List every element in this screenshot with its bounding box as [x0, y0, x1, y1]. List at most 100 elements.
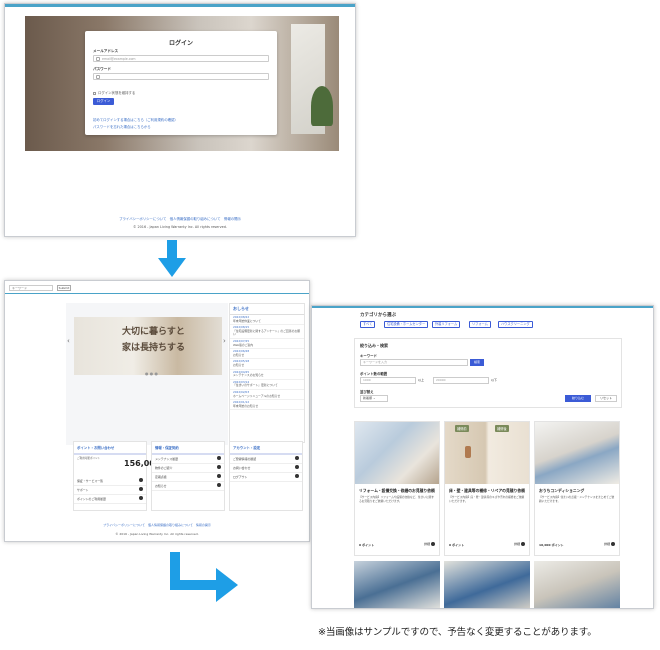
chevron-right-icon	[295, 474, 299, 478]
top-page-screenshot: キーワード Submit 大切に暮らすと 家は長持ちする ‹ › ● ● ● お…	[4, 280, 310, 542]
table-row[interactable]: ログアウト	[230, 473, 302, 482]
points-range-label: ポイント数の範囲	[360, 372, 388, 376]
tag-reform[interactable]: リフォーム	[469, 321, 491, 328]
account-title: アカウント・設定	[230, 442, 302, 455]
list-item[interactable]: 2022/08/15 「住宅設備更新に関するアンケート」のご回答のお願い	[230, 325, 304, 339]
forgot-password-link[interactable]: パスワードを忘れた場合はこちらから	[93, 124, 151, 129]
card-title: 床・壁・建具等の補修・リペアの見積り依頼	[449, 488, 525, 493]
min-suffix: 以上	[418, 378, 425, 382]
news-title: おしらせ	[230, 304, 304, 315]
password-field[interactable]	[93, 73, 269, 80]
card-body: 【サービス内容】住まいの点検・メンテナンスをまとめてご依頼いただけます。	[539, 495, 615, 503]
card-image	[355, 422, 439, 484]
list-item[interactable]: 2022/07/25 Web版のご案内	[230, 339, 304, 350]
keyword-search-button[interactable]: 検索	[470, 359, 484, 366]
card-points: 10,000 ポイント	[539, 543, 564, 547]
filter-button[interactable]: 絞り込む	[565, 395, 591, 402]
after-stamp: 補修後	[495, 425, 509, 432]
card-image[interactable]	[354, 561, 440, 608]
footer-links[interactable]: プライバシーポリシーについて 個人情報保護の取り組みについて 情報の開示	[5, 523, 309, 527]
table-row[interactable]: お知らせ	[152, 482, 224, 491]
table-row[interactable]: ポイントのご利用履歴	[74, 495, 146, 504]
chevron-right-icon	[139, 478, 143, 482]
email-field[interactable]: email@example.com	[93, 55, 269, 62]
chevron-right-icon	[431, 542, 435, 546]
max-points-input[interactable]: 20000	[433, 377, 489, 384]
card-image[interactable]	[444, 561, 530, 608]
slide-image: 大切に暮らすと 家は長持ちする	[74, 317, 222, 375]
tag-equipment[interactable]: 住宅設備・ホームセンター	[384, 321, 429, 328]
sort-select[interactable]: 新着順 ⌄	[360, 395, 388, 402]
chevron-right-icon[interactable]: ›	[223, 337, 226, 345]
card-title: リフォーム・設備交換・修繕のお見積り依頼	[359, 488, 435, 493]
service-list-screenshot: カテゴリから選ぶ すべて 住宅設備・ホームセンター 外装リフォーム リフォーム …	[311, 305, 654, 609]
chevron-right-icon	[139, 496, 143, 500]
points-label: ご利用可能ポイント	[77, 457, 101, 460]
max-suffix: 以下	[491, 378, 498, 382]
tag-all[interactable]: すべて	[360, 321, 376, 328]
info-panel: 情報・保証契約 メンテナンス履歴 物件のご紹介 定期点検 お知らせ	[151, 441, 225, 511]
chevron-right-icon	[139, 487, 143, 491]
tag-exterior[interactable]: 外装リフォーム	[432, 321, 461, 328]
login-button[interactable]: ログイン	[93, 98, 114, 105]
detail-link[interactable]: 詳細	[514, 542, 525, 546]
search-input[interactable]: キーワード	[9, 285, 53, 291]
service-card-repair[interactable]: 補修前 補修後 床・壁・建具等の補修・リペアの見積り依頼 【サービス内容】床・壁…	[444, 421, 530, 556]
remember-checkbox[interactable]: ログイン状態を維持する	[93, 90, 135, 95]
points-title: ポイント・お問い合わせ	[74, 442, 146, 455]
table-row[interactable]: お問い合わせ	[230, 464, 302, 473]
chevron-right-icon	[521, 542, 525, 546]
chevron-left-icon[interactable]: ‹	[67, 337, 70, 345]
login-title: ログイン	[168, 40, 193, 47]
list-item[interactable]: 2022/02/03 ホームページリニューアルのお知らせ	[230, 390, 304, 401]
chevron-right-icon	[611, 542, 615, 546]
search-button[interactable]: Submit	[57, 285, 71, 291]
table-row[interactable]: 物件のご紹介	[152, 464, 224, 473]
min-points-input[interactable]: 1000	[360, 377, 416, 384]
list-item[interactable]: 2022/05/18 お知らせ	[230, 359, 304, 370]
slide-text-2: 家は長持ちする	[122, 343, 186, 353]
chevron-right-icon	[217, 474, 221, 478]
service-card-reform[interactable]: リフォーム・設備交換・修繕のお見積り依頼 【サービス内容】リフォームや設備の交換…	[354, 421, 440, 556]
reset-button[interactable]: リセット	[595, 395, 617, 402]
card-points: 0 ポイント	[359, 543, 375, 547]
chevron-right-icon	[295, 465, 299, 469]
footer-links[interactable]: プライバシーポリシーについて 個人情報保護の取り組みについて 情報の開示	[5, 216, 355, 221]
table-row[interactable]: 定期点検	[152, 473, 224, 482]
table-row[interactable]: ご登録情報の確認	[230, 455, 302, 464]
table-row[interactable]: メンテナンス履歴	[152, 455, 224, 464]
filter-panel: 絞り込み・検索 キーワード キーワードを入力 検索 ポイント数の範囲 1000 …	[354, 338, 622, 408]
lock-icon	[96, 75, 100, 79]
card-image: 補修前 補修後	[445, 422, 529, 484]
list-item[interactable]: 2022/01/12 年末年始のお知らせ	[230, 400, 304, 411]
arrow-down-icon	[158, 240, 186, 277]
list-item[interactable]: 2022/08/22 年末年始休業について	[230, 315, 304, 326]
chevron-right-icon	[295, 456, 299, 460]
account-panel: アカウント・設定 ご登録情報の確認 お問い合わせ ログアウト	[229, 441, 303, 511]
first-login-link[interactable]: 初めてログインする場合はこちら（ご利用規約の確認）	[93, 117, 178, 122]
chevron-right-icon	[217, 456, 221, 460]
tag-cleaning[interactable]: ハウスクリーニング	[498, 321, 533, 328]
slide-dots[interactable]: ● ● ●	[145, 371, 158, 376]
list-item[interactable]: 2022/06/28 お知らせ	[230, 349, 304, 360]
chevron-right-icon	[217, 483, 221, 487]
login-screenshot: ログイン メールアドレス email@example.com パスワード ログイ…	[4, 3, 356, 237]
keyword-input[interactable]: キーワードを入力	[360, 359, 468, 366]
list-item[interactable]: 2022/04/25 メンテナンスのお知らせ	[230, 370, 304, 380]
card-image[interactable]	[534, 561, 620, 608]
before-stamp: 補修前	[455, 425, 469, 432]
card-image	[535, 422, 619, 484]
card-title: おうちコンディショニング	[539, 488, 585, 493]
copyright: © 2016 - Japan Living Warranty Inc. All …	[133, 225, 227, 229]
table-row[interactable]: サポート	[74, 486, 146, 495]
list-item[interactable]: 2022/03/14 「住まいのサポート」更新について	[230, 380, 304, 390]
detail-link[interactable]: 詳細	[424, 542, 435, 546]
service-card-conditioning[interactable]: おうちコンディショニング 【サービス内容】住まいの点検・メンテナンスをまとめてご…	[534, 421, 620, 556]
news-panel: おしらせ 2022/08/22 年末年始休業について 2022/08/15 「住宅設…	[229, 303, 305, 443]
detail-link[interactable]: 詳細	[604, 542, 615, 546]
keyword-label: キーワード	[360, 354, 377, 358]
password-label: パスワード	[93, 67, 111, 71]
table-row[interactable]: 保証・サービス一覧	[74, 477, 146, 486]
copyright: © 2016 - Japan Living Warranty Inc. All …	[115, 532, 199, 536]
chevron-right-icon	[217, 465, 221, 469]
